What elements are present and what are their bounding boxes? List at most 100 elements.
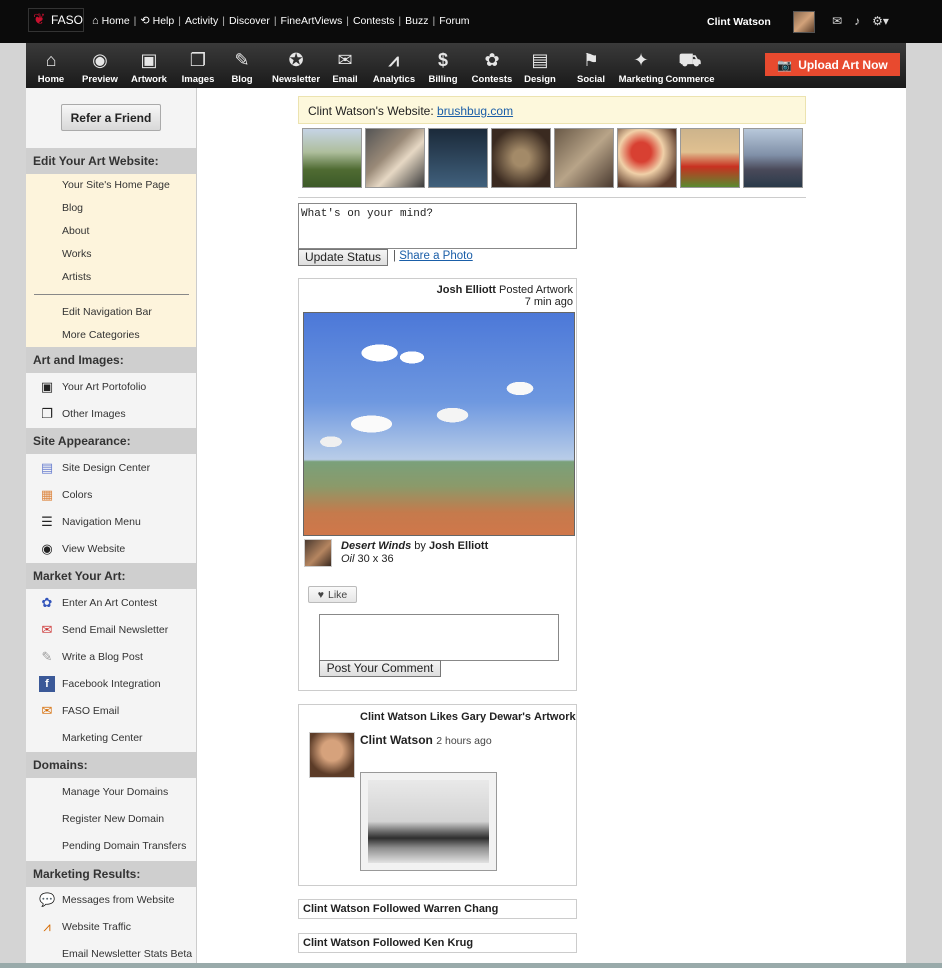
sidebar: Refer a Friend Edit Your Art Website: Yo… bbox=[26, 88, 197, 968]
topnav-forum[interactable]: Forum bbox=[439, 15, 469, 27]
tag-icon: ✦ bbox=[633, 50, 649, 70]
sidebar-item-more-categories[interactable]: More Categories bbox=[62, 329, 140, 341]
section-market-art: Market Your Art: bbox=[26, 563, 196, 589]
toolbar-artwork[interactable]: ▣ Artwork bbox=[125, 48, 173, 85]
thumbnail-7[interactable] bbox=[680, 128, 740, 188]
ribbon-icon: ✿ bbox=[41, 595, 53, 610]
sidebar-item-edit-nav-bar[interactable]: Edit Navigation Bar bbox=[62, 306, 152, 318]
topnav-activity[interactable]: Activity bbox=[185, 15, 218, 27]
toolbar-home[interactable]: ⌂ Home bbox=[27, 48, 75, 85]
sidebar-item-facebook[interactable]: Facebook Integration bbox=[62, 678, 161, 690]
mail-icon[interactable]: ✉ bbox=[832, 14, 842, 28]
artist-avatar[interactable] bbox=[304, 539, 332, 567]
sidebar-item-design-center[interactable]: Site Design Center bbox=[62, 462, 150, 474]
topnav-fineartviews[interactable]: FineArtViews bbox=[281, 15, 343, 27]
help-icon: ⟲ bbox=[140, 15, 150, 27]
sidebar-item-blog-post[interactable]: Write a Blog Post bbox=[62, 651, 143, 663]
sidebar-item-colors[interactable]: Colors bbox=[62, 489, 92, 501]
thumbnail-4[interactable] bbox=[491, 128, 551, 188]
like-button[interactable]: ♥ Like bbox=[308, 586, 357, 603]
traffic-chart-icon: ⩘ bbox=[43, 919, 51, 934]
toolbar-billing[interactable]: $ Billing bbox=[419, 48, 467, 85]
sidebar-item-marketing-center[interactable]: Marketing Center bbox=[62, 732, 143, 744]
sidebar-item-view-website[interactable]: View Website bbox=[62, 543, 125, 555]
faso-logo[interactable]: ❦ FASO bbox=[28, 8, 84, 32]
topnav-home[interactable]: Home bbox=[102, 15, 130, 27]
sidebar-item-about[interactable]: About bbox=[62, 225, 89, 237]
toolbar-social[interactable]: ⚑ Social bbox=[567, 48, 615, 85]
sidebar-item-portfolio[interactable]: Your Art Portofolio bbox=[62, 381, 146, 393]
liked-artwork[interactable] bbox=[360, 772, 497, 871]
status-input[interactable]: What's on your mind? bbox=[298, 203, 577, 249]
like-author[interactable]: Clint Watson bbox=[360, 733, 433, 747]
section-edit-website: Edit Your Art Website: bbox=[26, 148, 196, 174]
bell-icon[interactable]: ♪ bbox=[854, 14, 860, 28]
sidebar-item-website-traffic[interactable]: Website Traffic bbox=[62, 921, 131, 933]
images-icon: ❐ bbox=[189, 50, 207, 70]
author-avatar[interactable] bbox=[309, 732, 355, 778]
social-icon: ⚑ bbox=[582, 50, 600, 70]
website-link[interactable]: brushbug.com bbox=[437, 104, 513, 118]
sidebar-item-faso-email[interactable]: FASO Email bbox=[62, 705, 119, 717]
like-target[interactable]: Gary Dewar's bbox=[461, 711, 531, 723]
toolbar-newsletter[interactable]: ✪ Newsletter bbox=[269, 48, 323, 85]
post-comment-button[interactable]: Post Your Comment bbox=[319, 660, 441, 677]
thumbnail-2[interactable] bbox=[365, 128, 425, 188]
topnav-contests[interactable]: Contests bbox=[353, 15, 394, 27]
toolbar-design[interactable]: ▤ Design bbox=[516, 48, 564, 85]
toolbar-commerce[interactable]: ⛟ Commerce bbox=[663, 48, 717, 85]
sidebar-item-register-domain[interactable]: Register New Domain bbox=[62, 813, 164, 825]
follow-target[interactable]: Ken Krug bbox=[424, 937, 474, 949]
share-photo-link[interactable]: Share a Photo bbox=[399, 250, 473, 262]
quill-icon: ✎ bbox=[41, 649, 53, 664]
gear-icon[interactable]: ⚙▾ bbox=[872, 14, 889, 28]
messages-icon: 💬 bbox=[39, 892, 56, 907]
sidebar-item-art-contest[interactable]: Enter An Art Contest bbox=[62, 597, 157, 609]
sidebar-item-pending-transfers[interactable]: Pending Domain Transfers bbox=[62, 840, 186, 852]
toolbar-contests[interactable]: ✿ Contests bbox=[468, 48, 516, 85]
easel-icon: ▣ bbox=[140, 50, 158, 70]
follow-user[interactable]: Clint Watson bbox=[303, 903, 370, 915]
thumbnail-5[interactable] bbox=[554, 128, 614, 188]
follow-target[interactable]: Warren Chang bbox=[424, 903, 499, 915]
refer-friend-button[interactable]: Refer a Friend bbox=[61, 104, 161, 131]
user-name[interactable]: Clint Watson bbox=[707, 16, 771, 28]
topnav-help[interactable]: Help bbox=[153, 15, 175, 27]
sidebar-item-newsletter-stats[interactable]: Email Newsletter Stats Beta bbox=[62, 948, 192, 960]
topnav-buzz[interactable]: Buzz bbox=[405, 15, 428, 27]
sidebar-item-other-images[interactable]: Other Images bbox=[62, 408, 126, 420]
toolbar-marketing[interactable]: ✦ Marketing bbox=[615, 48, 667, 85]
toolbar-analytics[interactable]: ⩘ Analytics bbox=[370, 48, 418, 85]
like-author-row: Clint Watson 2 hours ago bbox=[360, 733, 492, 747]
sidebar-item-nav-menu[interactable]: Navigation Menu bbox=[62, 516, 141, 528]
follow-row: Clint Watson Followed Warren Chang bbox=[298, 899, 577, 919]
toolbar-email[interactable]: ✉ Email bbox=[321, 48, 369, 85]
sidebar-item-manage-domains[interactable]: Manage Your Domains bbox=[62, 786, 168, 798]
section-marketing-results: Marketing Results: bbox=[26, 861, 196, 887]
sidebar-item-blog[interactable]: Blog bbox=[62, 202, 83, 214]
topnav-discover[interactable]: Discover bbox=[229, 15, 270, 27]
sidebar-item-works[interactable]: Works bbox=[62, 248, 92, 260]
comment-input[interactable] bbox=[319, 614, 559, 661]
sidebar-item-home-page[interactable]: Your Site's Home Page bbox=[62, 179, 170, 191]
user-avatar[interactable] bbox=[793, 11, 815, 33]
update-status-button[interactable]: Update Status bbox=[298, 249, 388, 266]
upload-art-button[interactable]: 📷 Upload Art Now bbox=[765, 53, 900, 76]
toolbar-preview[interactable]: ◉ Preview bbox=[76, 48, 124, 85]
thumbnail-3[interactable] bbox=[428, 128, 488, 188]
thumbnail-1[interactable] bbox=[302, 128, 362, 188]
sidebar-item-send-newsletter[interactable]: Send Email Newsletter bbox=[62, 624, 168, 636]
toolbar-blog[interactable]: ✎ Blog bbox=[218, 48, 266, 85]
chart-icon: ⩘ bbox=[388, 50, 400, 70]
sidebar-item-artists[interactable]: Artists bbox=[62, 271, 91, 283]
artwork-image[interactable] bbox=[303, 312, 575, 536]
follow-user[interactable]: Clint Watson bbox=[303, 937, 370, 949]
artwork-artist[interactable]: Josh Elliott bbox=[429, 540, 488, 552]
post-author[interactable]: Josh Elliott bbox=[437, 284, 496, 296]
sidebar-item-messages[interactable]: Messages from Website bbox=[62, 894, 174, 906]
artwork-title[interactable]: Desert Winds bbox=[341, 540, 411, 552]
thumbnail-6[interactable] bbox=[617, 128, 677, 188]
toolbar-images[interactable]: ❐ Images bbox=[174, 48, 222, 85]
thumbnail-8[interactable] bbox=[743, 128, 803, 188]
like-user[interactable]: Clint Watson bbox=[360, 711, 427, 723]
